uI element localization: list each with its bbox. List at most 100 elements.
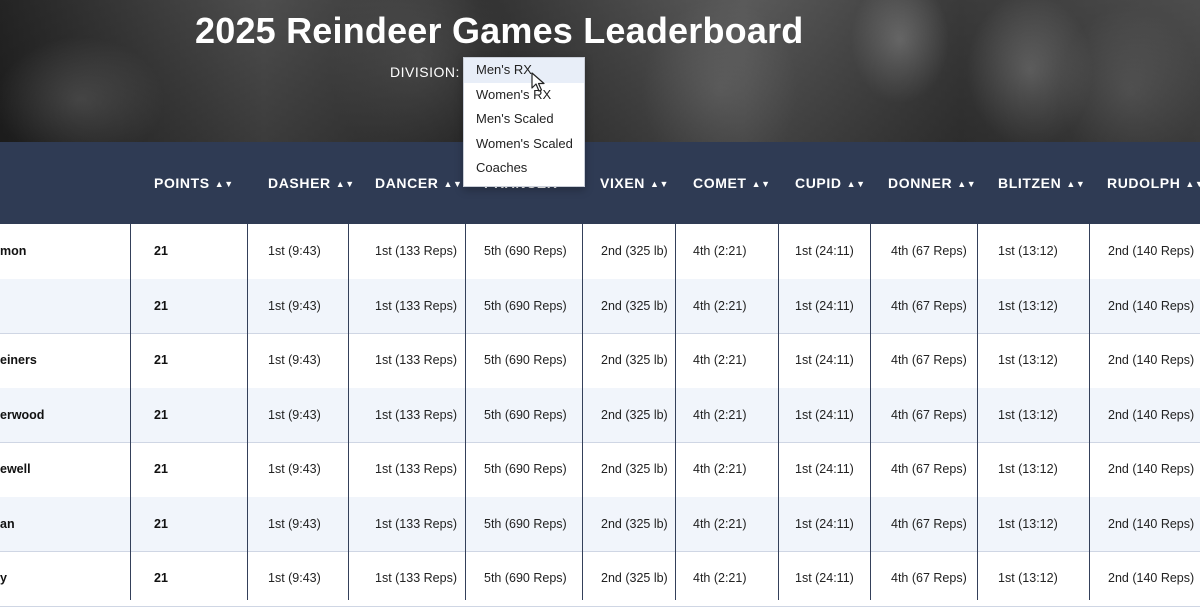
donner-cell: 4th (67 Reps)	[891, 244, 967, 258]
points-cell: 21	[154, 462, 168, 476]
sort-arrows-icon[interactable]: ▲▼	[336, 179, 355, 189]
dancer-cell: 1st (133 Reps)	[375, 298, 457, 313]
division-label: DIVISION:	[390, 64, 460, 80]
sort-arrows-icon[interactable]: ▲▼	[1185, 179, 1200, 189]
comet-cell: 4th (2:21)	[693, 407, 747, 422]
table-row: erwood 21 1st (9:43) 1st (133 Reps) 5th …	[0, 387, 1200, 443]
athlete-name: y	[0, 571, 7, 585]
athlete-name: einers	[0, 353, 37, 367]
table-row: an 21 1st (9:43) 1st (133 Reps) 5th (690…	[0, 496, 1200, 552]
dasher-cell: 1st (9:43)	[268, 298, 321, 313]
comet-cell: 4th (2:21)	[693, 462, 747, 476]
column-divider	[465, 224, 466, 600]
rudolph-cell: 2nd (140 Reps)	[1108, 571, 1195, 585]
column-header-vixen[interactable]: VIXEN ▲▼	[600, 142, 669, 224]
column-header-dancer[interactable]: DANCER ▲▼	[375, 142, 463, 224]
points-cell: 21	[154, 407, 168, 422]
column-divider	[582, 224, 583, 600]
column-header-dasher[interactable]: DASHER ▲▼	[268, 142, 355, 224]
column-header-points[interactable]: POINTS ▲▼	[154, 142, 234, 224]
rudolph-cell: 2nd (140 Reps)	[1108, 516, 1195, 531]
comet-cell: 4th (2:21)	[693, 244, 747, 258]
dasher-cell: 1st (9:43)	[268, 244, 321, 258]
blitzen-cell: 1st (13:12)	[998, 353, 1058, 367]
vixen-cell: 2nd (325 lb)	[601, 407, 668, 422]
dancer-cell: 1st (133 Reps)	[375, 353, 457, 367]
points-cell: 21	[154, 353, 168, 367]
dancer-cell: 1st (133 Reps)	[375, 571, 457, 585]
donner-cell: 4th (67 Reps)	[891, 298, 967, 313]
dancer-cell: 1st (133 Reps)	[375, 407, 457, 422]
points-cell: 21	[154, 244, 168, 258]
vixen-cell: 2nd (325 lb)	[601, 298, 668, 313]
sort-arrows-icon[interactable]: ▲▼	[1066, 179, 1085, 189]
mouse-cursor-icon	[531, 72, 545, 92]
prancer-cell: 5th (690 Reps)	[484, 462, 567, 476]
sort-arrows-icon[interactable]: ▲▼	[444, 179, 463, 189]
comet-cell: 4th (2:21)	[693, 298, 747, 313]
dancer-cell: 1st (133 Reps)	[375, 462, 457, 476]
rudolph-cell: 2nd (140 Reps)	[1108, 244, 1195, 258]
column-divider	[977, 224, 978, 600]
sort-arrows-icon[interactable]: ▲▼	[847, 179, 866, 189]
prancer-cell: 5th (690 Reps)	[484, 244, 567, 258]
dasher-cell: 1st (9:43)	[268, 407, 321, 422]
sort-arrows-icon[interactable]: ▲▼	[957, 179, 976, 189]
donner-cell: 4th (67 Reps)	[891, 571, 967, 585]
comet-cell: 4th (2:21)	[693, 353, 747, 367]
column-header-cupid[interactable]: CUPID ▲▼	[795, 142, 866, 224]
cupid-cell: 1st (24:11)	[795, 407, 854, 422]
dancer-cell: 1st (133 Reps)	[375, 244, 457, 258]
donner-cell: 4th (67 Reps)	[891, 516, 967, 531]
division-option-coaches[interactable]: Coaches	[464, 156, 584, 181]
sort-arrows-icon[interactable]: ▲▼	[650, 179, 669, 189]
vixen-cell: 2nd (325 lb)	[601, 516, 668, 531]
sort-arrows-icon[interactable]: ▲▼	[215, 179, 234, 189]
table-row: y 21 1st (9:43) 1st (133 Reps) 5th (690 …	[0, 551, 1200, 607]
rudolph-cell: 2nd (140 Reps)	[1108, 298, 1195, 313]
points-cell: 21	[154, 298, 168, 313]
donner-cell: 4th (67 Reps)	[891, 407, 967, 422]
sort-arrows-icon[interactable]: ▲▼	[752, 179, 771, 189]
division-option-mens-scaled[interactable]: Men's Scaled	[464, 107, 584, 132]
division-option-mens-rx[interactable]: Men's RX	[464, 58, 584, 83]
column-header-comet[interactable]: COMET ▲▼	[693, 142, 771, 224]
donner-cell: 4th (67 Reps)	[891, 353, 967, 367]
column-header-donner[interactable]: DONNER ▲▼	[888, 142, 976, 224]
column-divider	[870, 224, 871, 600]
column-header-rudolph[interactable]: RUDOLPH ▲▼	[1107, 142, 1200, 224]
dasher-cell: 1st (9:43)	[268, 353, 321, 367]
rudolph-cell: 2nd (140 Reps)	[1108, 353, 1195, 367]
points-cell: 21	[154, 516, 168, 531]
rudolph-cell: 2nd (140 Reps)	[1108, 462, 1195, 476]
athlete-name: an	[0, 516, 15, 531]
leaderboard-table: mon 21 1st (9:43) 1st (133 Reps) 5th (69…	[0, 224, 1200, 607]
cupid-cell: 1st (24:11)	[795, 571, 854, 585]
prancer-cell: 5th (690 Reps)	[484, 353, 567, 367]
column-divider	[675, 224, 676, 600]
athlete-name: mon	[0, 244, 27, 258]
points-cell: 21	[154, 571, 168, 585]
blitzen-cell: 1st (13:12)	[998, 244, 1058, 258]
table-row: 21 1st (9:43) 1st (133 Reps) 5th (690 Re…	[0, 278, 1200, 334]
table-header: POINTS▲▼ DASHER▲▼ DANCER▲▼ PRANCER▲▼ VIX…	[0, 142, 1200, 224]
vixen-cell: 2nd (325 lb)	[601, 571, 668, 585]
column-divider	[130, 224, 131, 600]
donner-cell: 4th (67 Reps)	[891, 462, 967, 476]
column-divider	[247, 224, 248, 600]
dasher-cell: 1st (9:43)	[268, 571, 321, 585]
blitzen-cell: 1st (13:12)	[998, 516, 1058, 531]
blitzen-cell: 1st (13:12)	[998, 407, 1058, 422]
athlete-name: erwood	[0, 407, 45, 422]
comet-cell: 4th (2:21)	[693, 571, 747, 585]
column-header-blitzen[interactable]: BLITZEN ▲▼	[998, 142, 1085, 224]
division-option-womens-rx[interactable]: Women's RX	[464, 83, 584, 108]
blitzen-cell: 1st (13:12)	[998, 462, 1058, 476]
vixen-cell: 2nd (325 lb)	[601, 353, 668, 367]
division-option-womens-scaled[interactable]: Women's Scaled	[464, 132, 584, 157]
table-row: mon 21 1st (9:43) 1st (133 Reps) 5th (69…	[0, 224, 1200, 280]
vixen-cell: 2nd (325 lb)	[601, 462, 668, 476]
column-divider	[778, 224, 779, 600]
division-dropdown[interactable]: Men's RX Women's RX Men's Scaled Women's…	[463, 57, 585, 187]
column-divider	[348, 224, 349, 600]
